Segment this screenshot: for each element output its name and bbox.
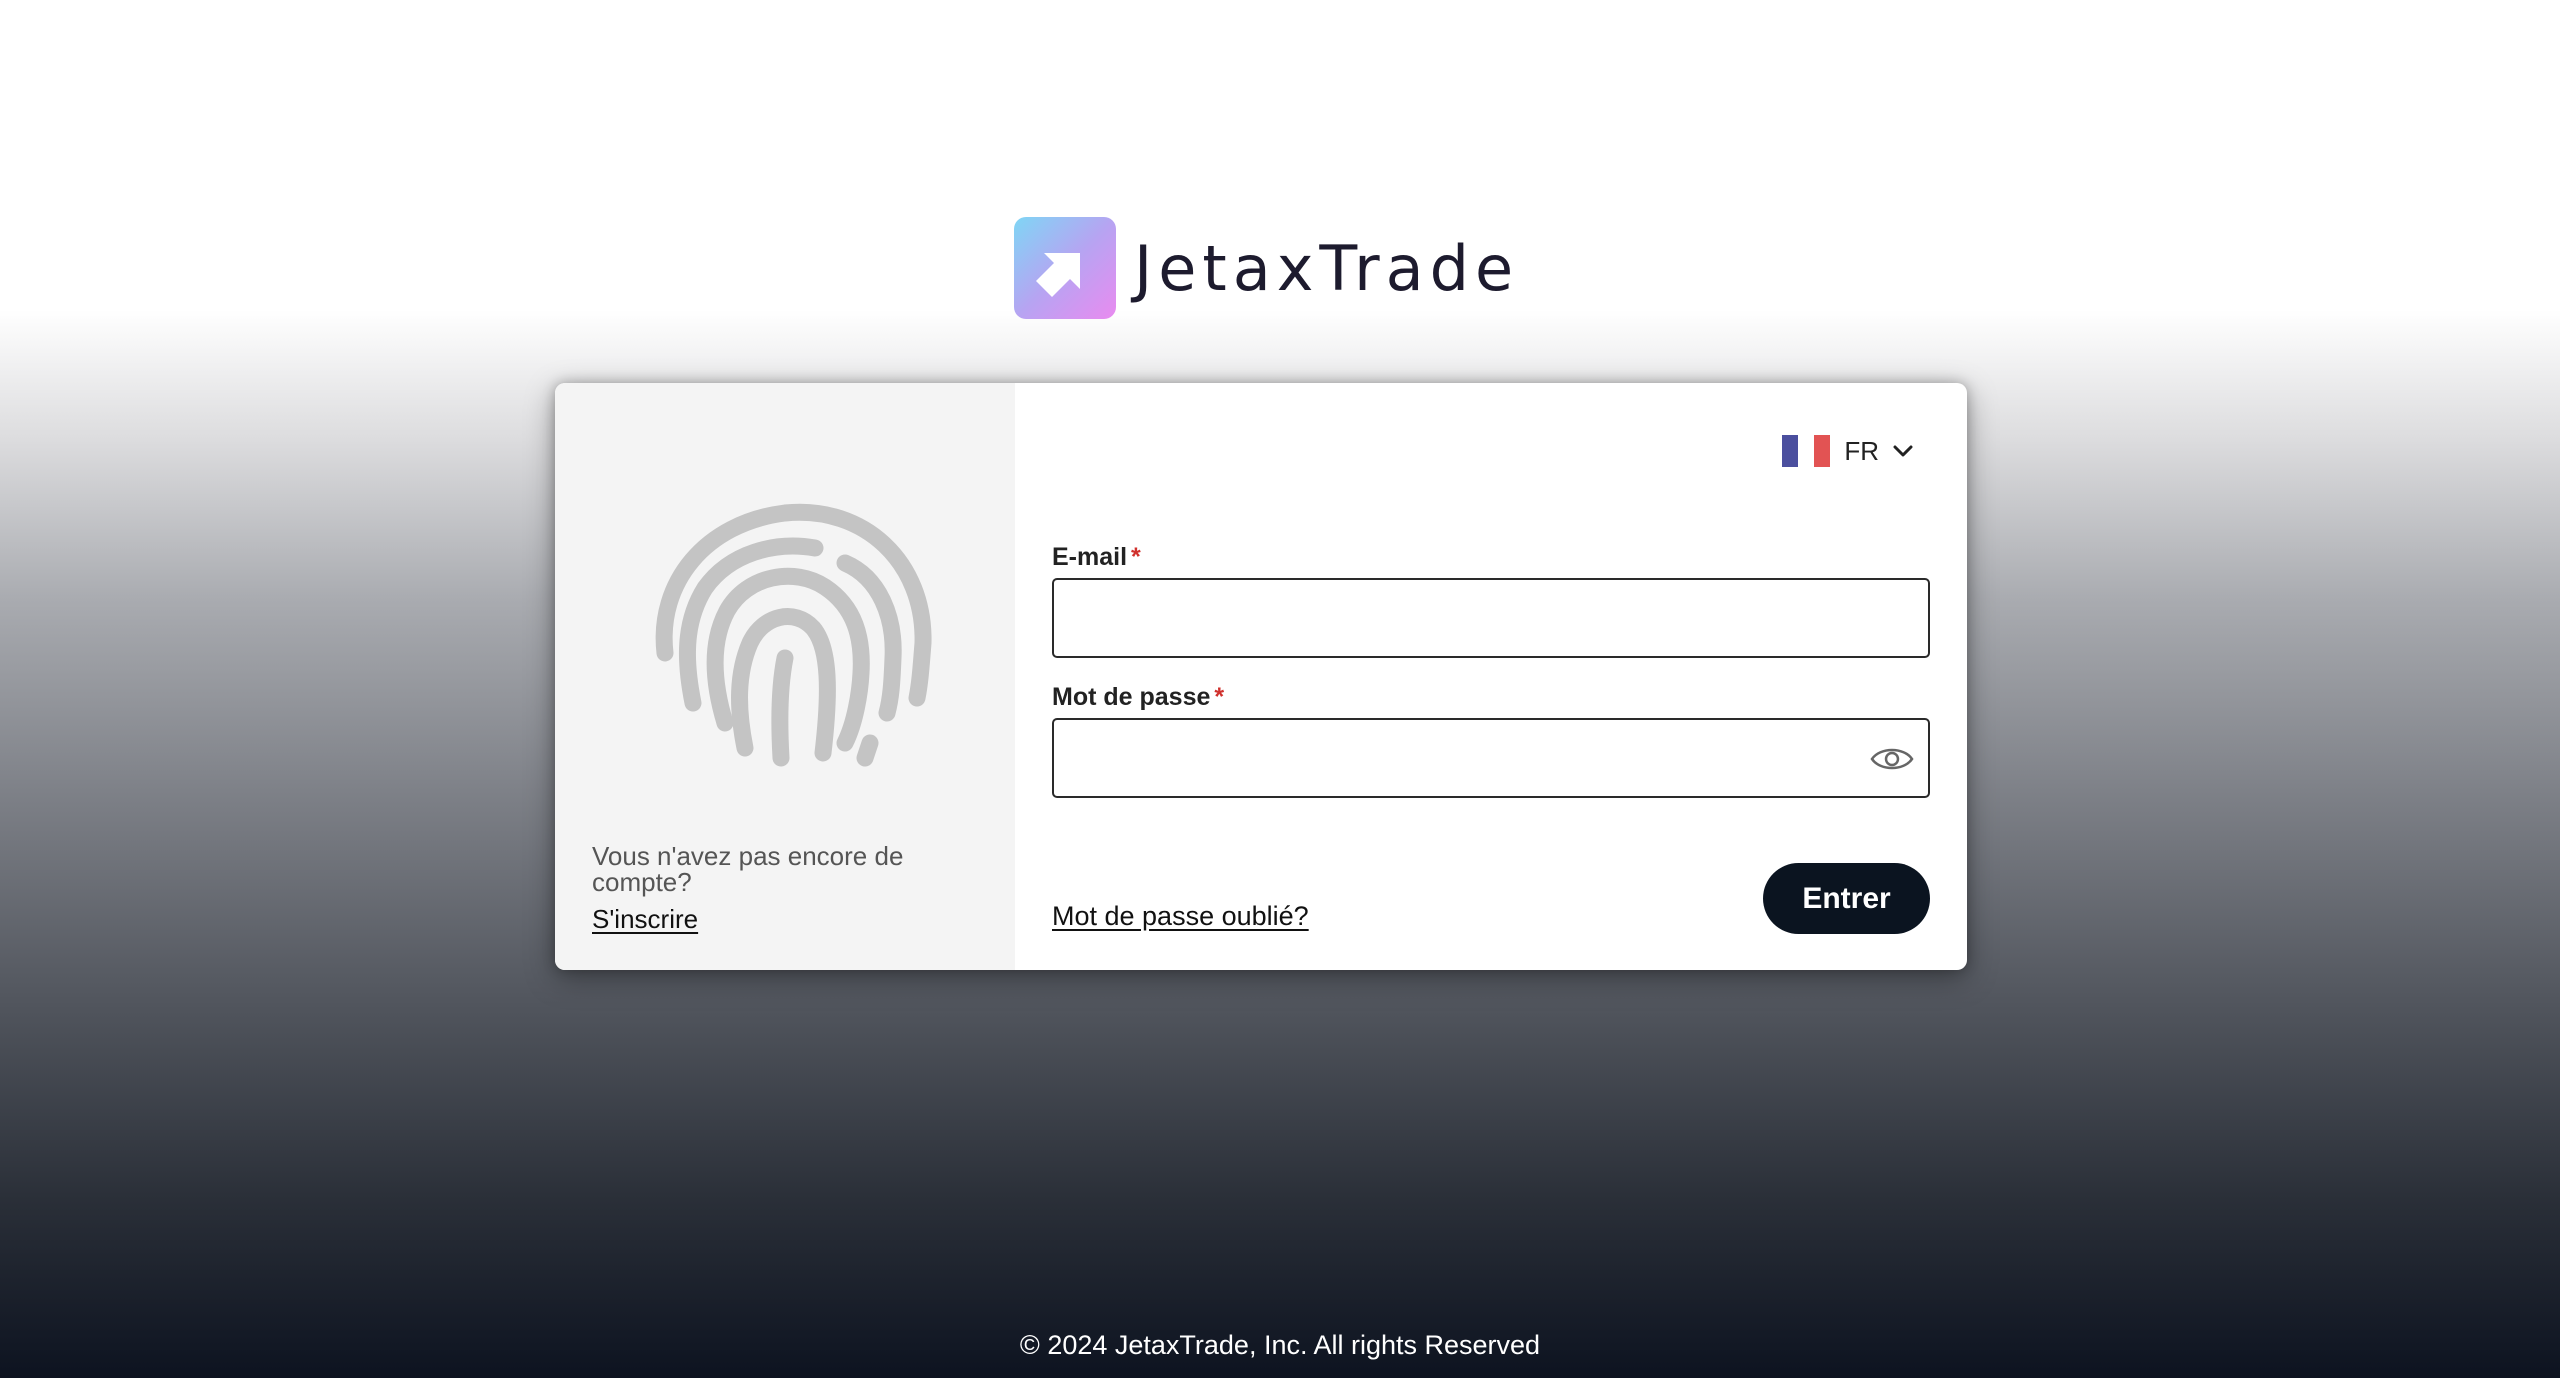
- email-field[interactable]: [1054, 580, 1928, 656]
- france-flag-icon: [1782, 435, 1831, 467]
- language-selector[interactable]: FR: [1782, 435, 1915, 467]
- login-button[interactable]: Entrer: [1763, 863, 1930, 934]
- password-field-wrapper: [1052, 718, 1930, 798]
- password-label: Mot de passe *: [1052, 683, 1225, 711]
- forgot-password-link[interactable]: Mot de passe oublié?: [1052, 901, 1309, 932]
- no-account-text: Vous n'avez pas encore de compte?: [592, 841, 904, 897]
- login-form: FR E-mail * Mot de passe * Mot de passe ou…: [1015, 383, 1967, 970]
- chevron-down-icon: [1893, 445, 1913, 457]
- signup-link[interactable]: S'inscrire: [592, 904, 698, 935]
- password-field[interactable]: [1054, 720, 1928, 796]
- email-label: E-mail *: [1052, 543, 1141, 571]
- fingerprint-icon: [655, 503, 932, 767]
- arrow-up-right-logo-icon: [1014, 217, 1116, 319]
- required-marker: *: [1131, 543, 1141, 571]
- signup-panel: Vous n'avez pas encore de compte? S'insc…: [555, 383, 1015, 970]
- email-field-wrapper: [1052, 578, 1930, 658]
- brand-name: JetaxTrade: [1134, 231, 1520, 305]
- eye-icon[interactable]: [1870, 744, 1914, 774]
- language-code: FR: [1844, 435, 1879, 466]
- required-marker: *: [1214, 683, 1225, 711]
- footer-copyright: © 2024 JetaxTrade, Inc. All rights Reser…: [1019, 1330, 1541, 1360]
- login-card: Vous n'avez pas encore de compte? S'insc…: [555, 383, 1967, 970]
- brand-logo: JetaxTrade: [1014, 216, 1519, 320]
